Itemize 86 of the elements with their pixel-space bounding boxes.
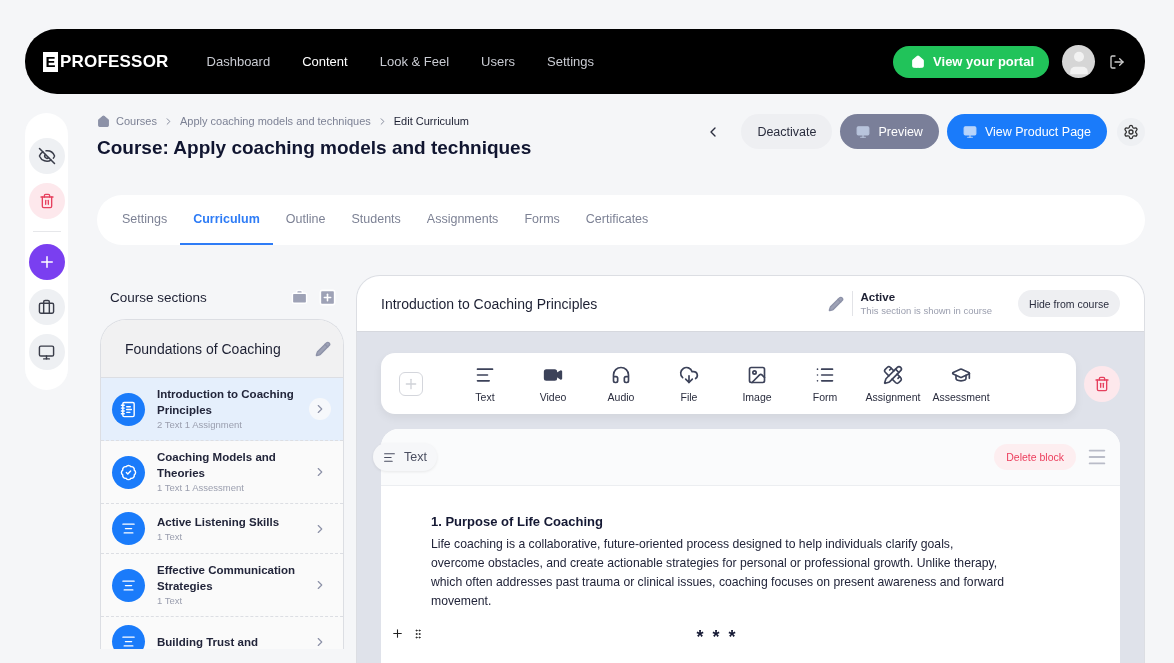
- block-type-tag: Text: [373, 443, 437, 471]
- block-type-button[interactable]: Text: [451, 364, 519, 403]
- status-note: This section is shown in course: [860, 305, 993, 316]
- delete-button[interactable]: [28, 183, 65, 219]
- monitor-icon: [856, 124, 871, 139]
- section-meta: 2 Text 1 Assignment: [157, 418, 243, 432]
- headphones-icon: [611, 364, 631, 385]
- logo-mark: E: [43, 51, 58, 72]
- block-type-button[interactable]: File: [655, 364, 723, 403]
- trash-icon: [38, 193, 55, 209]
- block-type-button[interactable]: Image: [723, 364, 791, 403]
- add-icon[interactable]: [391, 627, 404, 640]
- section-item[interactable]: Building Trust and: [101, 617, 343, 649]
- nav-link[interactable]: Settings: [547, 54, 594, 69]
- block-heading: 1. Purpose of Life Coaching: [431, 514, 604, 529]
- delete-button[interactable]: [1084, 365, 1120, 402]
- product-page-button[interactable]: View Product Page: [946, 114, 1107, 149]
- tab[interactable]: Assignments: [413, 195, 512, 245]
- hide-button[interactable]: [28, 138, 65, 174]
- lines-icon: [112, 568, 145, 602]
- status-label: Active: [860, 291, 897, 303]
- badge-check-icon: [112, 455, 145, 489]
- section-meta: 1 Text: [157, 529, 184, 544]
- section-title: Introduction to Coaching Principles: [157, 387, 295, 418]
- section-title: Coaching Models and Theories: [157, 450, 277, 481]
- section-title: Building Trust and: [157, 634, 259, 649]
- separator: * * *: [695, 627, 739, 648]
- lines-icon: [383, 450, 396, 464]
- breadcrumb-link[interactable]: Edit Curriculum: [393, 115, 469, 127]
- deactivate-button[interactable]: Deactivate: [741, 114, 833, 149]
- block-type-button[interactable]: Audio: [587, 364, 655, 403]
- logout-button[interactable]: [1109, 53, 1125, 70]
- cloud-download-icon: [679, 364, 699, 385]
- eye-off-icon: [37, 147, 56, 165]
- page-title: Course: Apply coaching models and techniques: [97, 137, 533, 159]
- tab[interactable]: Outline: [272, 195, 339, 245]
- drag-handle-icon[interactable]: [412, 627, 424, 640]
- breadcrumb-link[interactable]: Courses: [116, 115, 157, 127]
- edit-button[interactable]: [315, 340, 331, 357]
- avatar[interactable]: [1062, 45, 1095, 78]
- section-meta: 1 Text: [157, 594, 184, 608]
- block-type-button[interactable]: Form: [791, 364, 859, 403]
- edit-button[interactable]: [827, 295, 844, 312]
- section-item[interactable]: Active Listening Skills 1 Text: [101, 504, 343, 554]
- home-icon: [911, 54, 926, 69]
- block-type-button[interactable]: Assignment: [859, 364, 927, 403]
- tab[interactable]: Forms: [511, 195, 573, 245]
- tab[interactable]: Curriculum: [180, 195, 273, 245]
- section-meta: 1 Text 1 Assessment: [157, 481, 245, 495]
- monitor-icon: [38, 343, 55, 361]
- section-item[interactable]: Introduction to Coaching Principles 2 Text 1 Assignment: [101, 378, 343, 441]
- monitor-button[interactable]: [28, 334, 65, 370]
- section-item[interactable]: Effective Communication Strategies 1 Text: [101, 554, 343, 617]
- section-title: Effective Communication Strategies: [157, 563, 297, 594]
- section-title: Introduction to Coaching Principles: [381, 295, 599, 312]
- tab[interactable]: Students: [338, 195, 414, 245]
- group-title: Foundations of Coaching: [125, 340, 282, 357]
- image-icon: [747, 364, 767, 385]
- add-button[interactable]: [28, 244, 65, 280]
- block-type-button[interactable]: Assessment: [927, 364, 995, 403]
- nav-link[interactable]: Look & Feel: [379, 54, 450, 69]
- monitor-icon: [962, 124, 977, 139]
- breadcrumb-link[interactable]: Apply coaching models and techniques: [179, 115, 371, 127]
- pencil-ruler-icon: [883, 364, 903, 385]
- settings-icon: [1123, 123, 1139, 140]
- trash-icon: [1094, 375, 1110, 392]
- delete-block-button[interactable]: Delete block: [994, 444, 1076, 470]
- settings-button[interactable]: [1117, 117, 1145, 146]
- preview-button[interactable]: Preview: [840, 114, 939, 149]
- nav-link[interactable]: Dashboard: [206, 54, 271, 69]
- sections-heading: Course sections: [110, 289, 208, 305]
- nav-link[interactable]: Users: [481, 54, 516, 69]
- briefcase-icon: [38, 298, 55, 316]
- nav-link[interactable]: Content: [302, 54, 348, 69]
- block-type-button[interactable]: Video: [519, 364, 587, 403]
- hide-from-course-button[interactable]: Hide from course: [1018, 290, 1120, 317]
- briefcase-button[interactable]: [28, 289, 65, 325]
- tab[interactable]: Settings: [109, 195, 181, 245]
- block-paragraph: Life coaching is a collaborative, future-oriented process designed to help individuals clarify goals, overcome obstacles, and create actionable strategies for personal or professional growth. Unlike therapy, which often addresses past trauma or clinical issues, coaching focuses on present awareness and forward movement.: [431, 536, 1006, 610]
- home-icon: [97, 114, 110, 128]
- section-title: Active Listening Skills: [157, 514, 281, 530]
- notebook-icon: [112, 392, 145, 426]
- tab[interactable]: Certificates: [572, 195, 662, 245]
- logo-text: PROFESSOR: [60, 51, 169, 72]
- lines-icon: [112, 512, 145, 545]
- section-item[interactable]: Coaching Models and Theories 1 Text 1 Assessment: [101, 441, 343, 504]
